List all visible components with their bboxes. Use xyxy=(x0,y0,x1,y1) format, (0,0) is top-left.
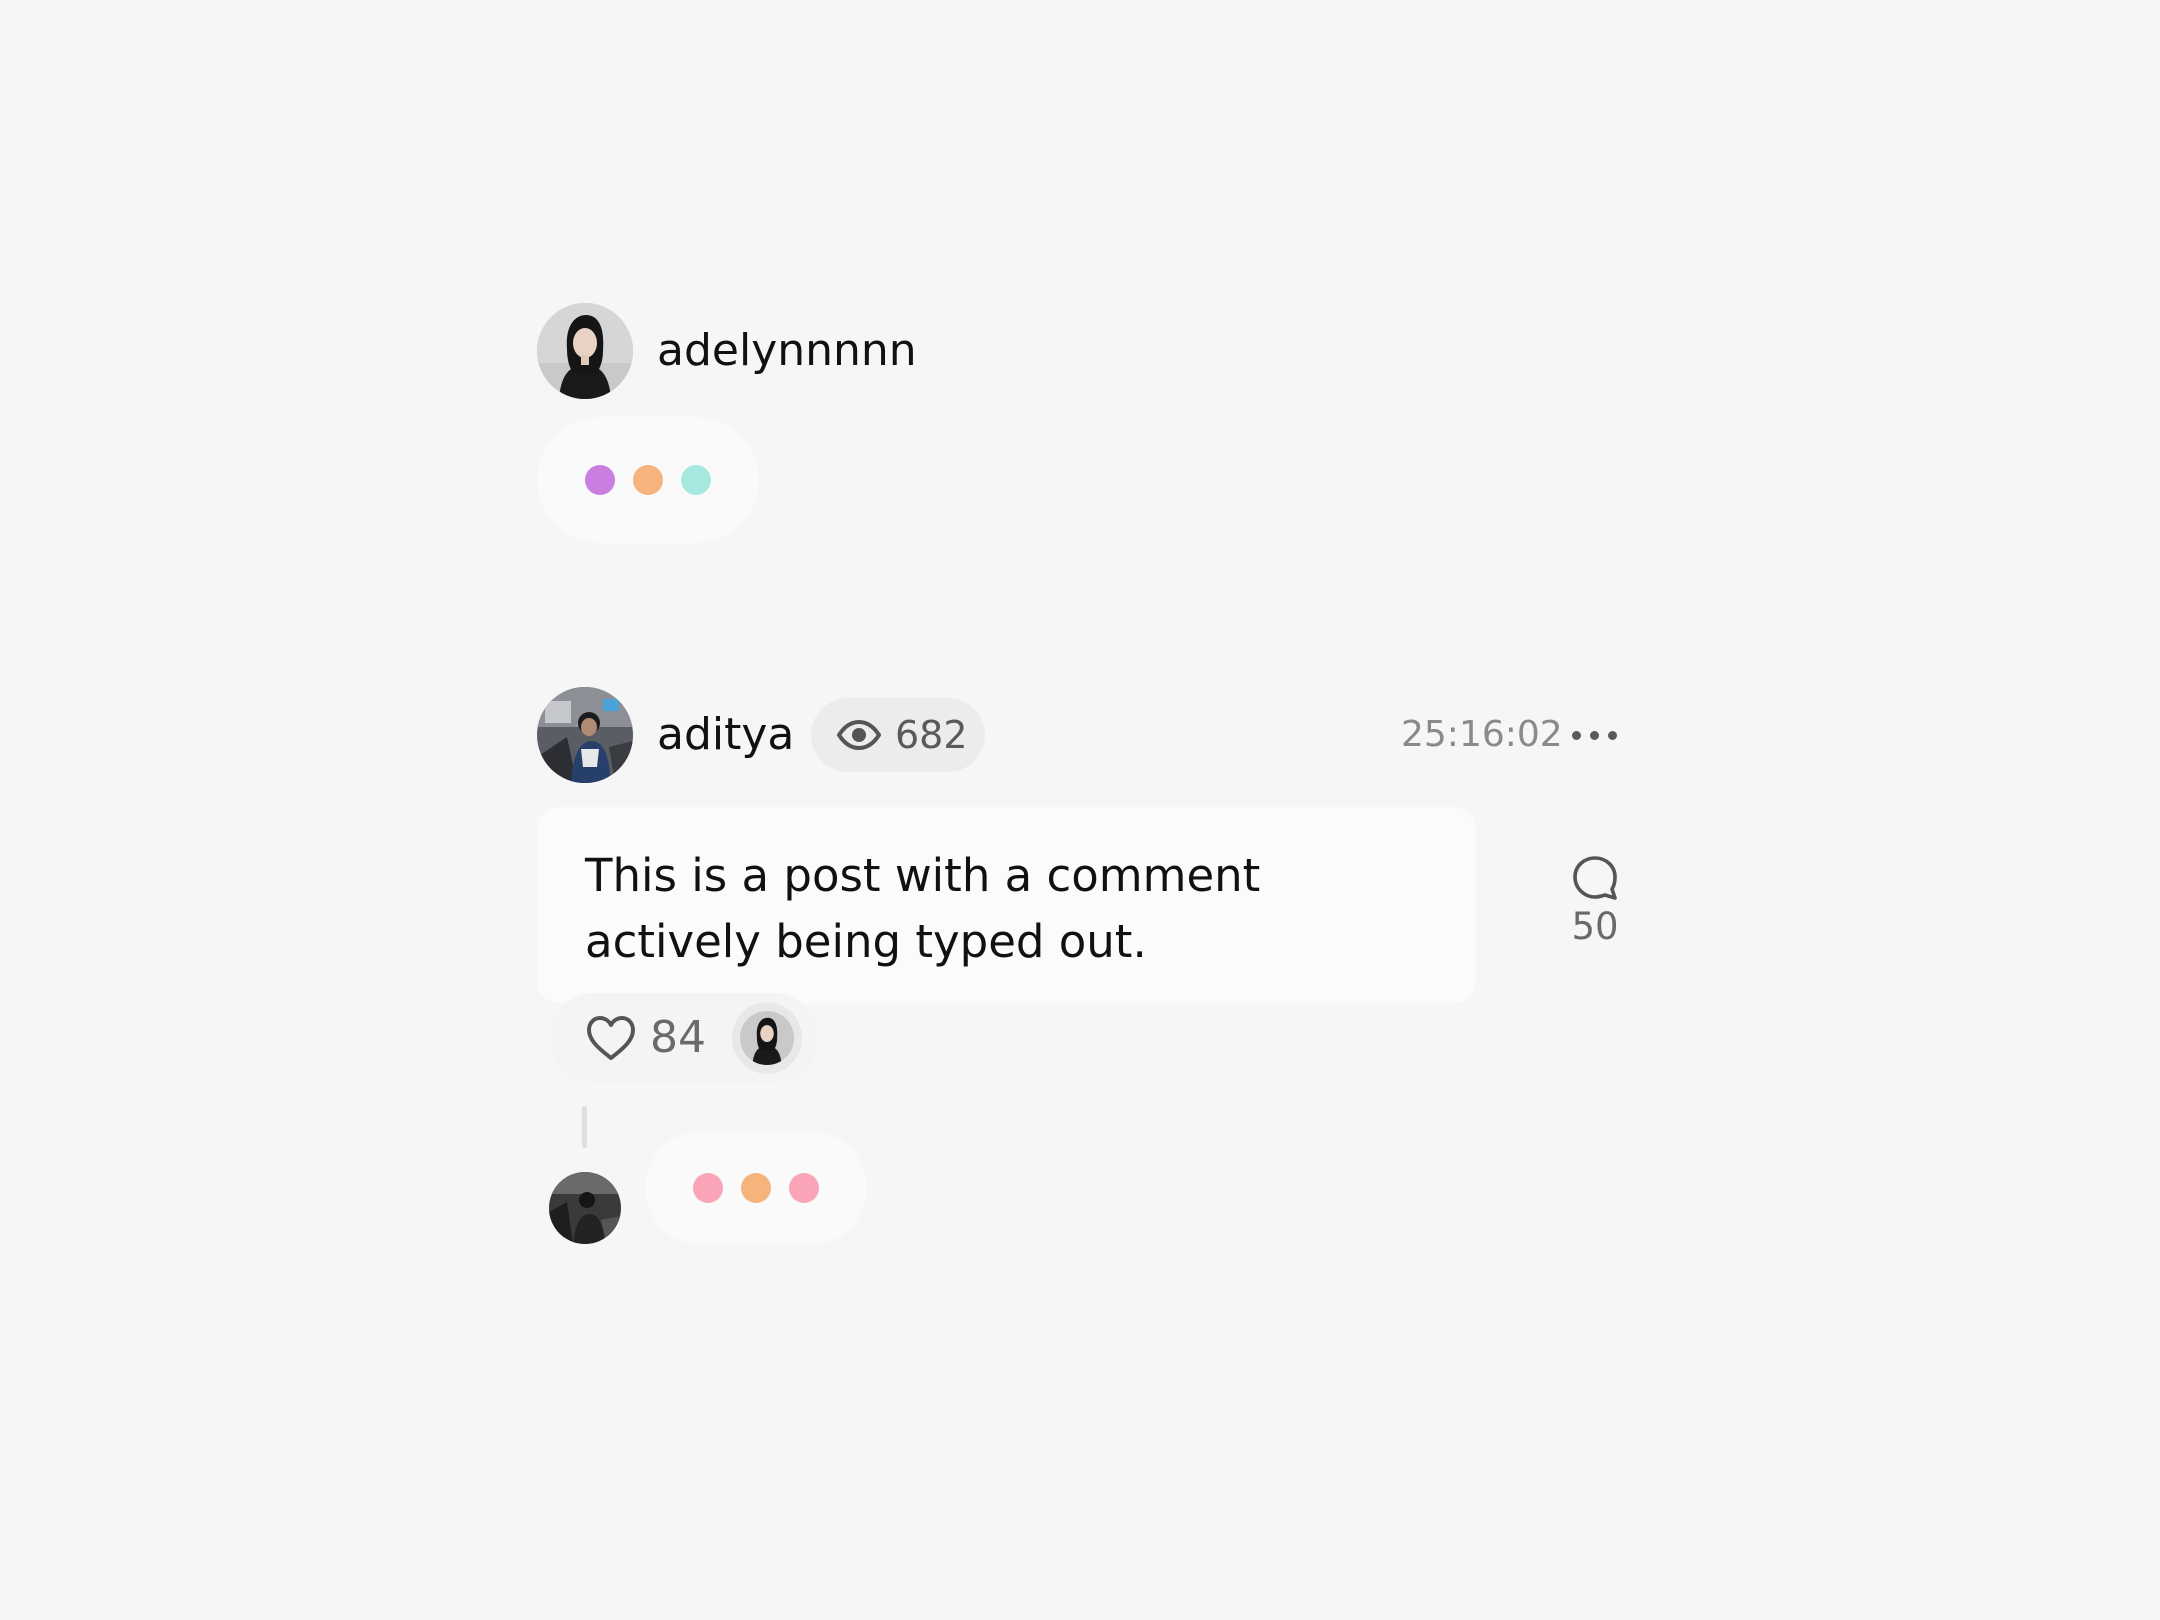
reply-typing-bubble xyxy=(645,1131,867,1245)
heart-icon[interactable] xyxy=(586,1015,636,1061)
avatar-aditya[interactable] xyxy=(537,687,633,783)
typing-dot xyxy=(585,465,615,495)
comment-count: 50 xyxy=(1571,905,1619,948)
username-adelynnnnn[interactable]: adelynnnnn xyxy=(657,329,917,373)
typing-indicator-bubble xyxy=(537,417,759,543)
avatar-adelynnnnn[interactable] xyxy=(537,303,633,399)
liked-by-avatar-ring[interactable] xyxy=(732,1002,802,1074)
username-aditya[interactable]: aditya xyxy=(657,713,794,757)
view-count-pill: 682 xyxy=(811,698,985,772)
typing-dot xyxy=(681,465,711,495)
like-pill[interactable]: 84 xyxy=(550,993,818,1083)
view-count: 682 xyxy=(895,713,968,757)
like-count: 84 xyxy=(650,1012,706,1063)
avatar-commenter[interactable] xyxy=(549,1172,621,1244)
thread-line xyxy=(582,1106,587,1148)
liked-by-avatar xyxy=(740,1011,794,1065)
eye-icon xyxy=(837,720,881,750)
typing-dot xyxy=(741,1173,771,1203)
typing-dot xyxy=(633,465,663,495)
comment-button[interactable]: 50 xyxy=(1561,854,1629,945)
typing-dot xyxy=(789,1173,819,1203)
typing-dot xyxy=(693,1173,723,1203)
more-horizontal-icon[interactable] xyxy=(1572,731,1617,740)
post-text: This is a post with a comment actively b… xyxy=(585,849,1261,968)
comment-bubble-icon xyxy=(1571,854,1619,902)
post-timestamp: 25:16:02 xyxy=(1401,714,1563,755)
post-card[interactable]: This is a post with a comment actively b… xyxy=(537,807,1476,1003)
